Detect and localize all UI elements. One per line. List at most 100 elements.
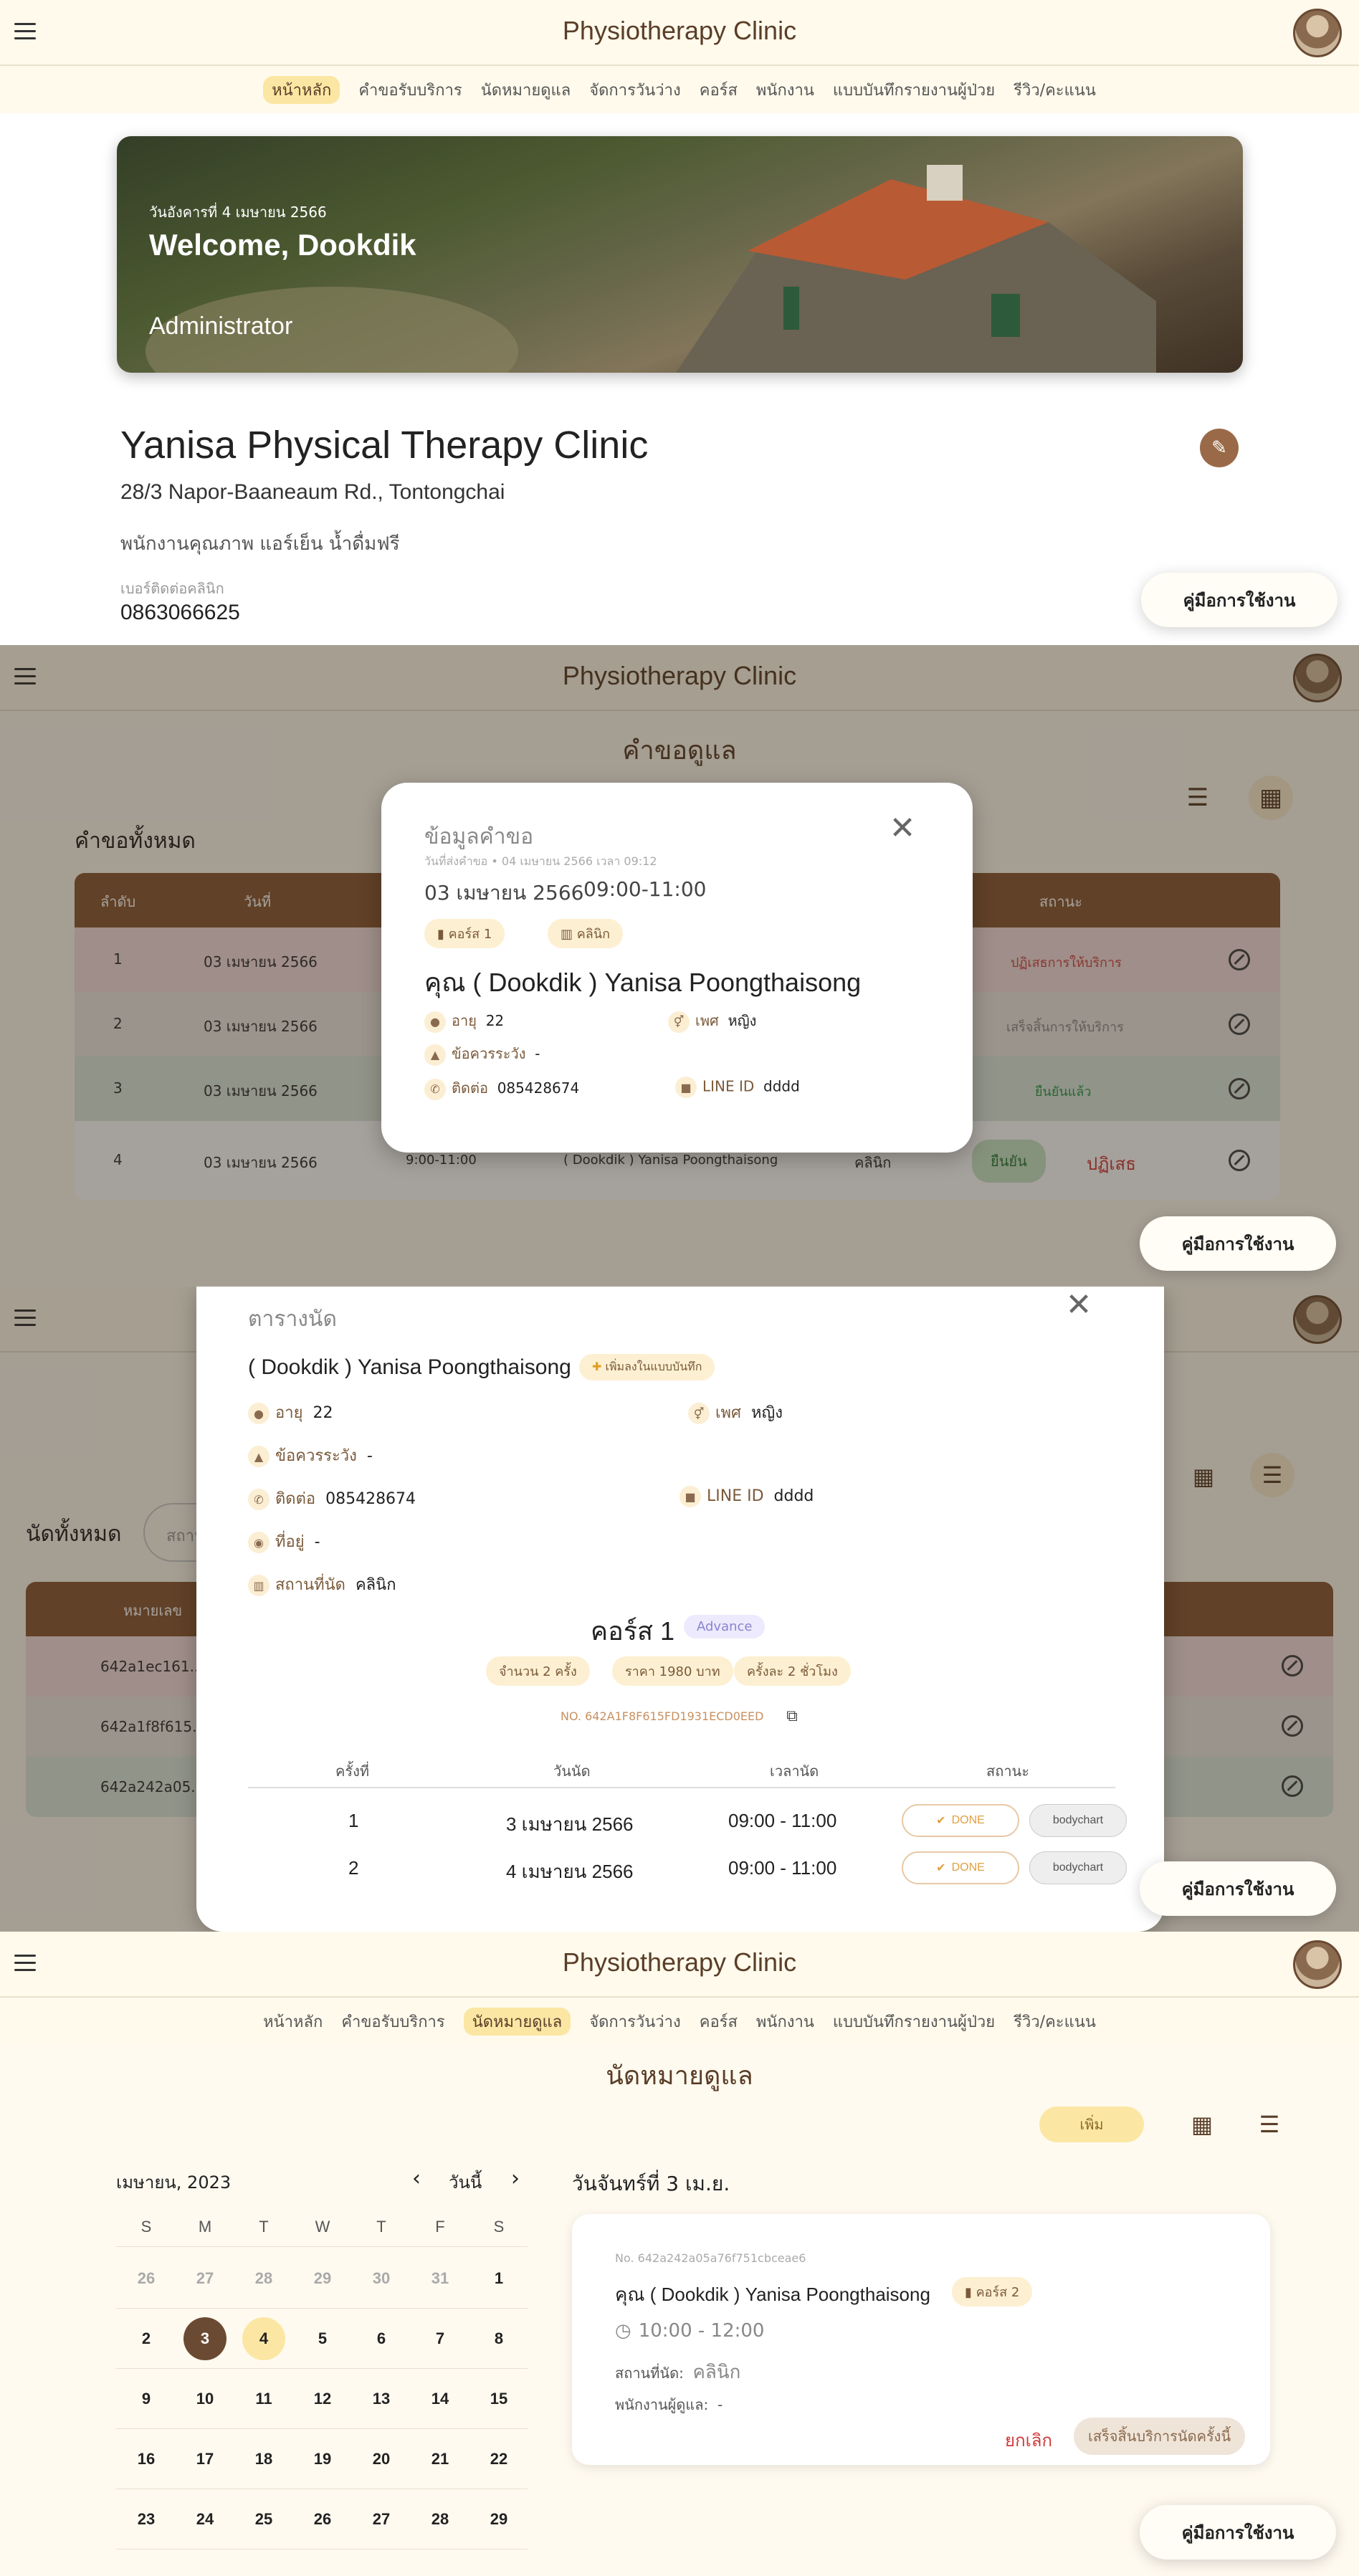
calendar-day[interactable]: 23	[125, 2498, 168, 2541]
calendar-day[interactable]: 19	[301, 2438, 344, 2481]
calendar-day[interactable]: 31	[419, 2257, 462, 2300]
list-view-icon[interactable]: ☰	[1251, 2107, 1287, 2142]
finish-button[interactable]: เสร็จสิ้นบริการนัดครั้งนี้	[1074, 2418, 1246, 2455]
nav-course[interactable]: คอร์ส	[700, 2009, 738, 2034]
calendar-day-selected[interactable]: 3	[183, 2317, 226, 2360]
session-time: 09:00 - 11:00	[728, 1810, 837, 1831]
nav-review[interactable]: รีวิว/คะแนน	[1014, 2009, 1096, 2034]
nav-availability[interactable]: จัดการวันว่าง	[589, 77, 681, 102]
age-value: 22	[485, 1012, 505, 1029]
nav-availability[interactable]: จัดการวันว่าง	[589, 2009, 681, 2034]
building-icon: ▥	[248, 1575, 270, 1596]
calendar-day[interactable]: 14	[419, 2377, 462, 2420]
calendar-day[interactable]: 25	[242, 2498, 285, 2541]
bodychart-button[interactable]: bodychart	[1029, 1851, 1127, 1884]
add-person-icon: ✚	[592, 1360, 602, 1373]
nav-requests[interactable]: คำขอรับบริการ	[358, 77, 462, 102]
calendar-day[interactable]: 9	[125, 2377, 168, 2420]
app-bar: Physiotherapy Clinic	[0, 0, 1359, 66]
calendar-day[interactable]: 27	[183, 2257, 226, 2300]
calendar-day[interactable]: 8	[477, 2317, 520, 2360]
calendar-day[interactable]: 12	[301, 2377, 344, 2420]
add-note-button[interactable]: ✚ เพิ่มลงในแบบบันทึก	[579, 1354, 715, 1380]
calendar-day[interactable]: 11	[242, 2377, 285, 2420]
nav-patient-report[interactable]: แบบบันทึกรายงานผู้ป่วย	[833, 77, 995, 102]
user-guide-button[interactable]: คู่มือการใช้งาน	[1140, 1216, 1336, 1271]
done-label: DONE	[951, 1861, 985, 1874]
appointment-number: No. 642a242a05a76f751cbceae6	[615, 2251, 806, 2265]
calendar-day[interactable]: 6	[360, 2317, 403, 2360]
calendar-day[interactable]: 26	[125, 2257, 168, 2300]
calendar-day[interactable]: 30	[360, 2257, 403, 2300]
sessions-header: ครั้งที่ วันนัด เวลานัด สถานะ	[248, 1752, 1115, 1788]
chevron-left-icon[interactable]: ‹	[406, 2165, 427, 2191]
nav-appointments[interactable]: นัดหมายดูแล	[481, 77, 571, 102]
calendar-day[interactable]: 28	[242, 2257, 285, 2300]
line-value: dddd	[773, 1487, 814, 1505]
edit-icon[interactable]: ✎	[1200, 429, 1239, 467]
calendar-day[interactable]: 29	[301, 2257, 344, 2300]
calendar-day[interactable]: 5	[301, 2317, 344, 2360]
appointment-card[interactable]: No. 642a242a05a76f751cbceae6 คุณ ( Dookd…	[572, 2214, 1270, 2465]
session-count-chip: จำนวน 2 ครั้ง	[486, 1656, 590, 1686]
close-icon[interactable]: ✕	[884, 810, 920, 846]
location-icon: ◉	[248, 1532, 270, 1553]
close-icon[interactable]: ✕	[1061, 1287, 1097, 1323]
calendar-day-today[interactable]: 4	[242, 2317, 285, 2360]
nav-home[interactable]: หน้าหลัก	[263, 75, 340, 104]
cancel-button[interactable]: ยกเลิก	[1005, 2426, 1052, 2454]
calendar-day[interactable]: 15	[477, 2377, 520, 2420]
nav-home[interactable]: หน้าหลัก	[263, 2009, 323, 2034]
duration-chip: ครั้งละ 2 ชั่วโมง	[734, 1656, 851, 1686]
bodychart-button[interactable]: bodychart	[1029, 1804, 1127, 1837]
calendar-day[interactable]: 20	[360, 2438, 403, 2481]
calendar-day[interactable]: 10	[183, 2377, 226, 2420]
nav-review[interactable]: รีวิว/คะแนน	[1014, 77, 1096, 102]
place-chip: ▥ คลินิก	[548, 919, 624, 948]
gender-icon: ⚥	[688, 1403, 710, 1424]
line-field: ■ LINE ID dddd	[680, 1486, 814, 1507]
course-level-badge: Advance	[684, 1615, 766, 1638]
avatar[interactable]	[1293, 9, 1342, 57]
caution-label: ข้อควรระวัง	[275, 1447, 357, 1465]
calendar-day[interactable]: 2	[125, 2317, 168, 2360]
calendar-view-icon[interactable]: ▦	[1184, 2107, 1220, 2142]
today-button[interactable]: วันนี้	[449, 2168, 482, 2196]
nav-course[interactable]: คอร์ส	[700, 77, 738, 102]
calendar-day[interactable]: 17	[183, 2438, 226, 2481]
chevron-right-icon[interactable]: ›	[505, 2165, 526, 2191]
user-guide-button[interactable]: คู่มือการใช้งาน	[1140, 2505, 1336, 2560]
nav-staff[interactable]: พนักงาน	[756, 77, 814, 102]
weekday-label: F	[435, 2218, 445, 2236]
calendar-day[interactable]: 13	[360, 2377, 403, 2420]
appointments-list-screen: ▦ ☰ นัดทั้งหมด สถานะ หมายเลข 642a1ec161.…	[0, 1287, 1359, 1932]
user-guide-button[interactable]: คู่มือการใช้งาน	[1141, 573, 1337, 627]
add-button[interactable]: เพิ่ม	[1039, 2107, 1144, 2142]
nav-appointments[interactable]: นัดหมายดูแล	[463, 2007, 571, 2036]
check-circle-icon: ✔	[936, 1862, 946, 1874]
contact-value: 085428674	[497, 1079, 580, 1097]
address-value: -	[314, 1533, 320, 1551]
calendar-day[interactable]: 28	[419, 2498, 462, 2541]
staff-label: พนักงานผู้ดูแล:	[615, 2396, 709, 2413]
user-guide-button[interactable]: คู่มือการใช้งาน	[1140, 1861, 1336, 1916]
calendar-day[interactable]: 27	[360, 2498, 403, 2541]
calendar-day[interactable]: 18	[242, 2438, 285, 2481]
calendar-day[interactable]: 1	[477, 2257, 520, 2300]
calendar-day[interactable]: 29	[477, 2498, 520, 2541]
place-value: คลินิก	[692, 2362, 741, 2383]
nav-patient-report[interactable]: แบบบันทึกรายงานผู้ป่วย	[833, 2009, 995, 2034]
calendar-day[interactable]: 24	[183, 2498, 226, 2541]
session-date: 4 เมษายน 2566	[506, 1861, 634, 1882]
nav-requests[interactable]: คำขอรับบริการ	[341, 2009, 444, 2034]
calendar-day[interactable]: 21	[419, 2438, 462, 2481]
chat-icon: ■	[675, 1077, 697, 1098]
done-label: DONE	[951, 1814, 985, 1826]
avatar[interactable]	[1293, 1940, 1342, 1989]
nav-staff[interactable]: พนักงาน	[756, 2009, 814, 2034]
copy-icon[interactable]: ⧉	[781, 1705, 803, 1727]
calendar-day[interactable]: 7	[419, 2317, 462, 2360]
calendar-day[interactable]: 16	[125, 2438, 168, 2481]
calendar-day[interactable]: 22	[477, 2438, 520, 2481]
calendar-day[interactable]: 26	[301, 2498, 344, 2541]
